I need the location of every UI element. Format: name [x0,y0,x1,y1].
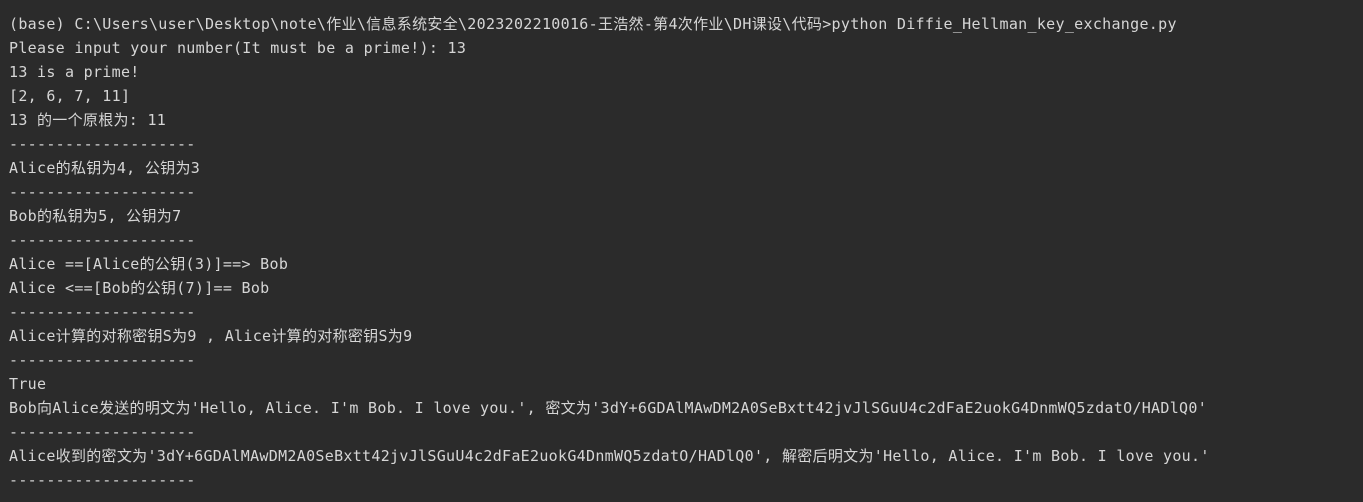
separator-line: -------------------- [9,231,196,249]
prime-check-result: 13 is a prime! [9,63,140,81]
key-match-result: True [9,375,47,393]
separator-line: -------------------- [9,135,196,153]
bob-to-alice-exchange: Alice <==[Bob的公钥(7)]== Bob [9,279,270,297]
command-prompt-line: (base) C:\Users\user\Desktop\note\作业\信息系… [9,15,1177,33]
separator-line: -------------------- [9,423,196,441]
bob-sends-ciphertext-line: Bob向Alice发送的明文为'Hello, Alice. I'm Bob. I… [9,399,1208,417]
shared-key-line: Alice计算的对称密钥S为9 , Alice计算的对称密钥S为9 [9,327,413,345]
primitive-roots-list: [2, 6, 7, 11] [9,87,131,105]
alice-keys-line: Alice的私钥为4, 公钥为3 [9,159,201,177]
prime-input-prompt: Please input your number(It must be a pr… [9,39,467,57]
alice-decrypts-line: Alice收到的密文为'3dY+6GDAlMAwDM2A0SeBxtt42jvJ… [9,447,1210,465]
terminal-output[interactable]: (base) C:\Users\user\Desktop\note\作业\信息系… [0,0,1363,502]
separator-line: -------------------- [9,471,196,489]
bob-keys-line: Bob的私钥为5, 公钥为7 [9,207,182,225]
separator-line: -------------------- [9,303,196,321]
separator-line: -------------------- [9,183,196,201]
primitive-root-result: 13 的一个原根为: 11 [9,111,167,129]
alice-to-bob-exchange: Alice ==[Alice的公钥(3)]==> Bob [9,255,289,273]
separator-line: -------------------- [9,351,196,369]
